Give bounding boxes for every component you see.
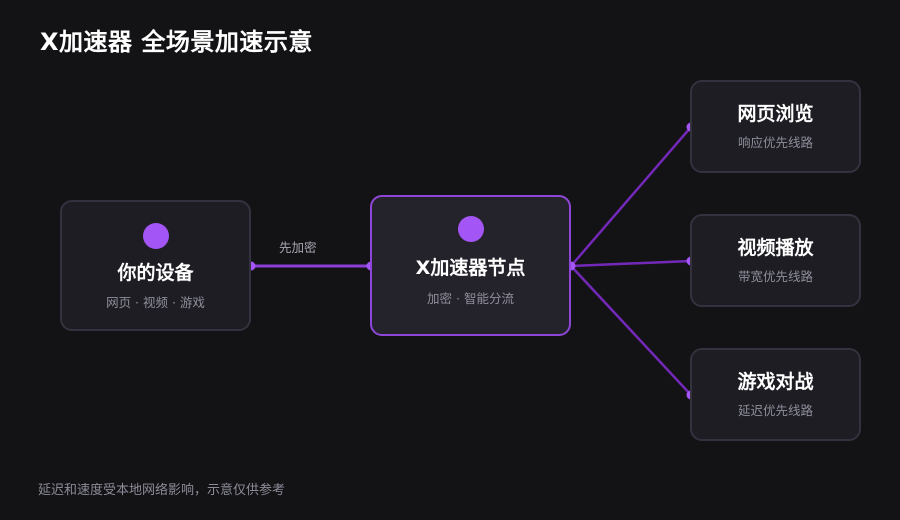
- node-game-subtitle: 延迟优先线路: [737, 403, 813, 418]
- node-hub-title: X加速器节点: [415, 257, 526, 279]
- node-web-subtitle: 响应优先线路: [737, 135, 813, 150]
- node-hub[interactable]: X加速器节点 加密 · 智能分流: [370, 195, 571, 336]
- node-web-title: 网页浏览: [737, 103, 814, 125]
- node-video[interactable]: 视频播放 带宽优先线路: [690, 214, 861, 307]
- edge-hub-to-game: [570, 265, 692, 396]
- node-game-title: 游戏对战: [737, 371, 814, 393]
- node-video-title: 视频播放: [737, 237, 814, 259]
- node-video-subtitle: 带宽优先线路: [737, 269, 813, 284]
- edge-label-encrypt: 先加密: [279, 240, 317, 255]
- footnote: 延迟和速度受本地网络影响，示意仅供参考: [38, 483, 286, 498]
- hub-icon: [457, 216, 484, 242]
- edge-hub-to-video: [570, 259, 692, 268]
- node-game[interactable]: 游戏对战 延迟优先线路: [690, 348, 861, 441]
- node-device[interactable]: 你的设备 网页 · 视频 · 游戏: [60, 200, 251, 331]
- node-device-subtitle: 网页 · 视频 · 游戏: [106, 295, 205, 310]
- node-web[interactable]: 网页浏览 响应优先线路: [690, 80, 861, 173]
- node-device-title: 你的设备: [117, 262, 194, 284]
- edge-hub-to-web: [570, 126, 692, 267]
- device-icon: [142, 223, 169, 249]
- node-hub-subtitle: 加密 · 智能分流: [427, 291, 514, 306]
